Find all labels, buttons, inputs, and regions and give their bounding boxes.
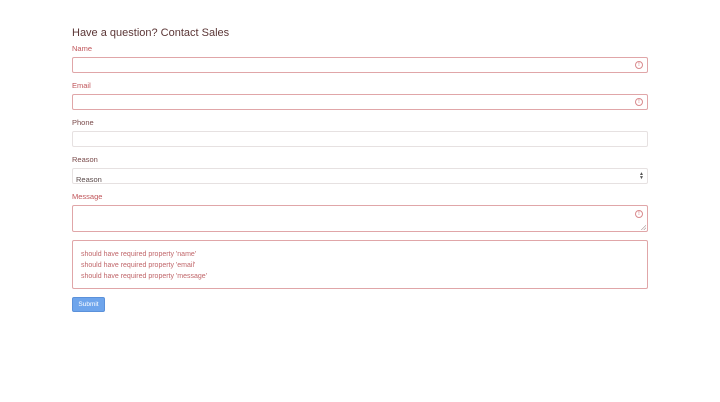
reason-group: Reason Reason ▲ ▼ <box>72 155 648 187</box>
name-group: Name ! <box>72 44 648 76</box>
message-textarea[interactable] <box>73 206 647 231</box>
reason-label: Reason <box>72 155 98 164</box>
submit-button[interactable]: Submit <box>72 297 105 312</box>
email-input[interactable] <box>73 98 647 113</box>
contact-form: Have a question? Contact Sales Name ! Em… <box>72 26 648 312</box>
chevron-up-down-icon: ▲ ▼ <box>639 171 644 181</box>
error-message: should have required property 'email' <box>81 262 196 269</box>
name-field: ! <box>72 57 648 76</box>
email-label: Email <box>72 81 91 90</box>
error-message: should have required property 'name' <box>81 251 197 258</box>
reason-field: Reason ▲ ▼ <box>72 168 648 187</box>
phone-input[interactable] <box>73 135 647 150</box>
message-field: ! <box>72 205 648 232</box>
phone-field <box>72 131 648 150</box>
resize-handle[interactable] <box>641 225 646 230</box>
email-field: ! <box>72 94 648 113</box>
message-label: Message <box>72 192 103 201</box>
exclamation-circle-icon: ! <box>635 210 643 218</box>
exclamation-circle-icon: ! <box>635 61 643 69</box>
email-group: Email ! <box>72 81 648 113</box>
form-title: Have a question? Contact Sales <box>72 27 230 39</box>
exclamation-circle-icon: ! <box>635 98 643 106</box>
message-group: Message ! <box>72 192 648 232</box>
name-label: Name <box>72 44 93 53</box>
phone-group: Phone <box>72 118 648 150</box>
reason-select[interactable]: Reason <box>73 172 647 187</box>
error-summary: should have required property 'name' sho… <box>72 240 648 289</box>
contact-sales-page: Have a question? Contact Sales Name ! Em… <box>0 0 720 402</box>
phone-label: Phone <box>72 118 94 127</box>
name-input[interactable] <box>73 61 647 76</box>
error-message: should have required property 'message' <box>81 273 208 280</box>
